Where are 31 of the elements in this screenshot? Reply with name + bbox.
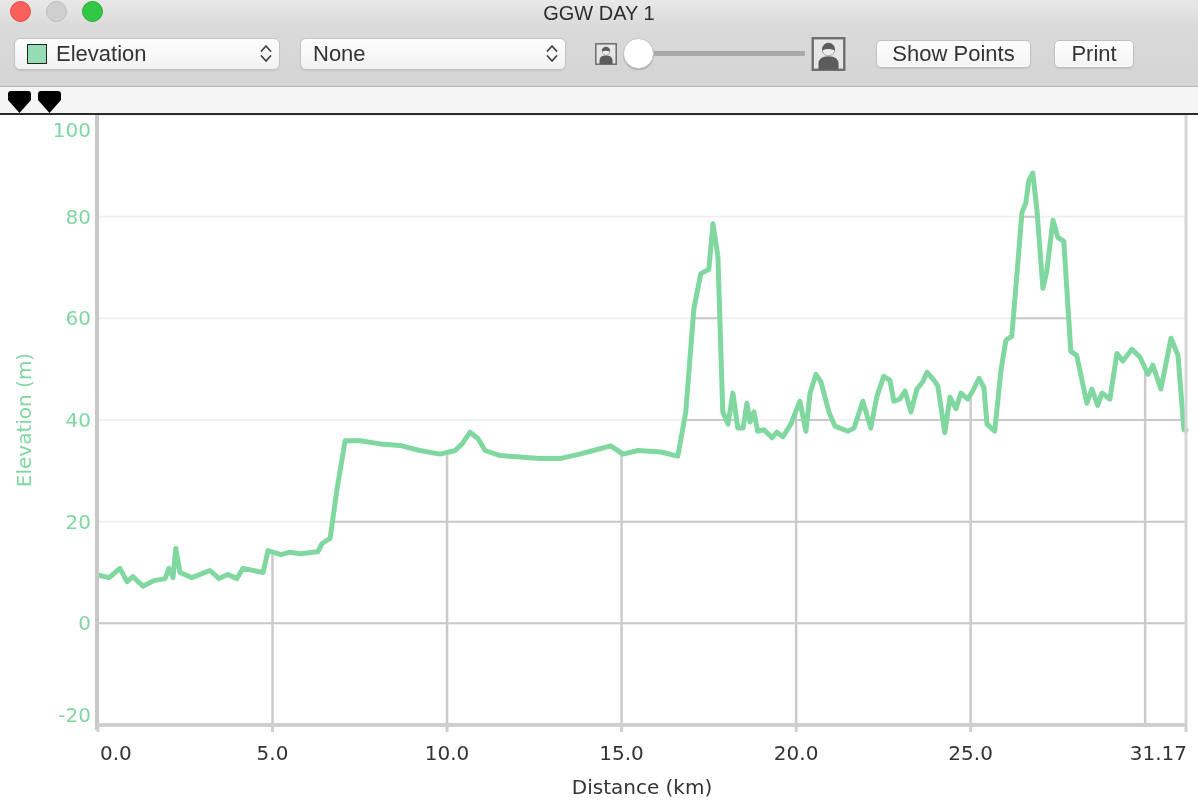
popup-button[interactable]: None (300, 37, 566, 70)
y-tick-label: 80 (65, 204, 91, 229)
slider-thumb[interactable] (623, 38, 654, 69)
y-tick-label: 40 (65, 408, 91, 432)
y-axis-title: Elevation (m) (12, 352, 36, 488)
x-tick-label: 5.0 (256, 741, 289, 765)
toolbar-button[interactable]: Print (1054, 39, 1134, 68)
minimize-button[interactable] (46, 1, 67, 22)
y-tick-label: 100 (52, 118, 91, 142)
y-tick-label: 20 (65, 509, 91, 534)
toolbar-button[interactable]: Show Points (876, 39, 1031, 68)
close-button[interactable] (10, 1, 31, 22)
y-tick-label: -20 (58, 703, 91, 727)
updown-chevron-icon (546, 44, 558, 63)
zoom-button[interactable] (82, 1, 103, 22)
window-title: GGW DAY 1 (543, 1, 655, 24)
x-tick-label: 20.0 (773, 741, 819, 765)
marker-icon[interactable] (38, 91, 61, 113)
marker-icon[interactable] (8, 91, 31, 113)
x-tick-label: 15.0 (599, 741, 644, 765)
x-tick-label: 25.0 (948, 741, 993, 765)
y-tick-label: 0 (78, 611, 91, 636)
x-tick-label: 31.17 (1129, 741, 1187, 765)
person-icon (595, 42, 617, 65)
person-icon (811, 36, 846, 71)
updown-chevron-icon (260, 44, 272, 63)
popup-button[interactable]: Elevation (14, 37, 280, 70)
x-axis-title: Distance (km) (571, 775, 713, 799)
y-tick-label: 60 (65, 306, 91, 331)
x-tick-label: 0.0 (100, 741, 132, 765)
x-tick-label: 10.0 (424, 741, 470, 765)
